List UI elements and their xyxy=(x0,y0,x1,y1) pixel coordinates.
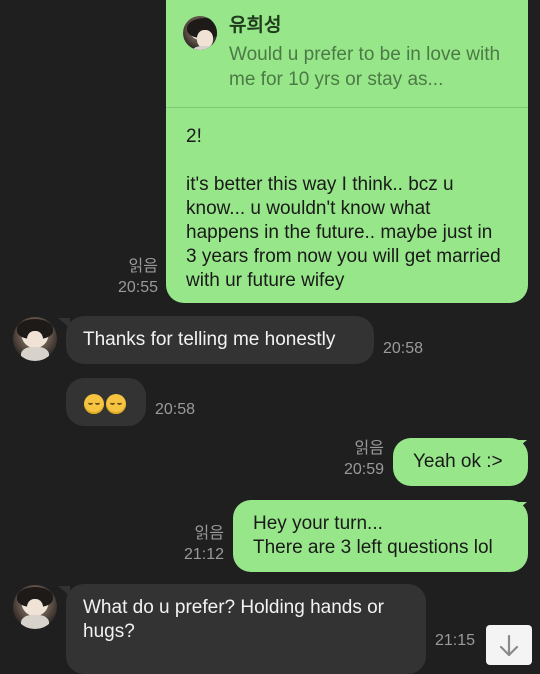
bubble-tail xyxy=(515,502,527,512)
message-bubble-incoming[interactable]: Thanks for telling me honestly xyxy=(66,316,374,364)
reply-divider xyxy=(166,107,528,108)
sender-avatar[interactable] xyxy=(13,585,57,629)
smiling-face-emoji-icon xyxy=(84,393,104,414)
bubble-tail xyxy=(515,440,527,450)
message-bubble-outgoing-reply[interactable]: 유희성 Would u prefer to be in love with me… xyxy=(166,0,528,303)
quoted-message-preview: Would u prefer to be in love with me for… xyxy=(229,44,501,90)
message-time: 21:12 xyxy=(183,546,224,563)
read-receipt: 읽음 xyxy=(194,525,224,542)
sender-avatar[interactable] xyxy=(13,317,57,361)
smiling-face-emoji-icon xyxy=(106,393,126,414)
message-text: it's better this way I think.. bcz u kno… xyxy=(186,174,501,291)
message-bubble-incoming-emoji[interactable] xyxy=(66,378,146,426)
read-receipt: 읽음 xyxy=(354,440,384,457)
message-time: 20:59 xyxy=(343,461,384,478)
quoted-avatar xyxy=(183,16,217,50)
message-bubble-outgoing[interactable]: Hey your turn... There are 3 left questi… xyxy=(233,500,528,572)
message-text: Yeah ok :> xyxy=(413,451,503,472)
scroll-to-bottom-button[interactable] xyxy=(486,625,532,665)
message-text-first-line: 2! xyxy=(186,126,202,147)
message-bubble-incoming[interactable]: What do u prefer? Holding hands or hugs? xyxy=(66,584,426,674)
message-text-line-2: There are 3 left questions lol xyxy=(253,537,493,558)
message-bubble-outgoing[interactable]: Yeah ok :> xyxy=(393,438,528,486)
quoted-sender-name: 유희성 xyxy=(229,15,282,36)
message-time: 20:58 xyxy=(155,401,196,418)
message-text: What do u prefer? Holding hands or hugs? xyxy=(83,597,385,642)
read-receipt: 읽음 xyxy=(128,258,158,275)
message-text-line-1: Hey your turn... xyxy=(253,513,383,534)
message-text: Thanks for telling me honestly xyxy=(83,329,336,350)
message-time: 20:55 xyxy=(117,279,158,296)
bubble-tail xyxy=(515,0,527,10)
message-time: 21:15 xyxy=(435,632,476,649)
message-time: 20:58 xyxy=(383,340,424,357)
emoji-smiling-icons xyxy=(84,392,128,416)
